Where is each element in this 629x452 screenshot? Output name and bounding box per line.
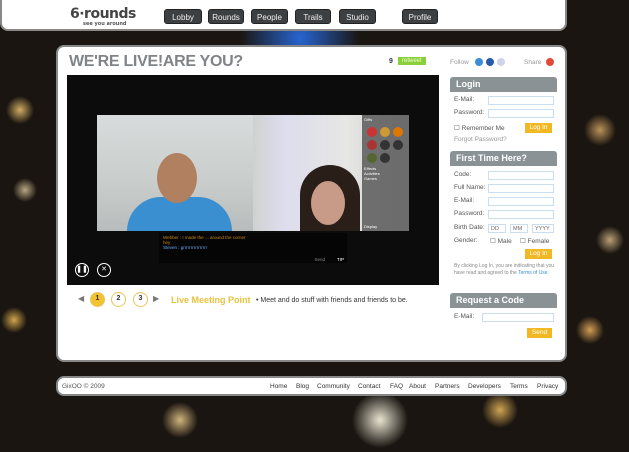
nav-people[interactable]: People <box>251 9 288 24</box>
feature-description: • Meet and do stuff with friends and fri… <box>256 297 408 304</box>
signup-password-label: Password: <box>454 210 485 217</box>
gifts-label: Gifts <box>364 117 373 122</box>
code-input[interactable] <box>488 171 554 180</box>
footer-link-privacy[interactable]: Privacy <box>537 383 558 390</box>
female-checkbox[interactable]: ☐ Female <box>520 237 549 245</box>
copyright: GixOO © 2009 <box>62 383 105 390</box>
feature-title: Live Meeting Point <box>171 295 251 305</box>
share-label[interactable]: Share <box>524 59 541 66</box>
top-bar: 6·rounds see you around Lobby Rounds Peop… <box>0 0 567 31</box>
login-box: Login E-Mail: Password: ☐ Remember Me Lo… <box>450 77 557 145</box>
footer-link-faq[interactable]: FAQ <box>390 383 403 390</box>
signup-button[interactable]: Log In <box>525 249 552 259</box>
gender-label: Gender: <box>454 237 478 244</box>
display-label: Display <box>364 224 378 229</box>
send-chat-button[interactable]: Send <box>314 257 325 262</box>
signup-email-label: E-Mail: <box>454 197 475 204</box>
retweet-count: 9 <box>389 58 393 65</box>
page-1[interactable]: 1 <box>90 292 105 307</box>
chat-box[interactable]: Webber : I made the ... around the corne… <box>159 233 347 263</box>
request-code-header: Request a Code <box>450 293 557 308</box>
footer: GixOO © 2009 Home Blog Community Contact… <box>56 376 567 396</box>
video-feed-1 <box>97 115 253 231</box>
female-label: Female <box>527 238 550 245</box>
login-email-input[interactable] <box>488 96 554 105</box>
request-email-input[interactable] <box>482 313 554 322</box>
request-email-label: E-Mail: <box>454 313 475 320</box>
signup-header: First Time Here? <box>450 151 557 166</box>
nav-rounds[interactable]: Rounds <box>208 9 244 24</box>
facebook-icon[interactable] <box>486 58 494 66</box>
nav-lobby[interactable]: Lobby <box>164 9 202 24</box>
retweet-button[interactable]: retweet <box>398 57 426 65</box>
footer-link-home[interactable]: Home <box>270 383 287 390</box>
login-header: Login <box>450 77 557 92</box>
footer-link-about[interactable]: About <box>409 383 426 390</box>
send-button[interactable]: Send <box>527 328 552 338</box>
footer-link-community[interactable]: Community <box>317 383 350 390</box>
signup-box: First Time Here? Code: Full Name: E-Mail… <box>450 151 557 286</box>
full-name-input[interactable] <box>488 184 554 193</box>
male-label: Male <box>497 238 512 245</box>
pause-icon[interactable]: ❚❚ <box>75 263 89 277</box>
terms-text: By clicking Log In, you are indicating t… <box>454 263 558 277</box>
code-label: Code: <box>454 171 472 178</box>
page-title: WE'RE LIVE!ARE YOU? <box>69 53 243 70</box>
rss-icon[interactable] <box>497 58 505 66</box>
nav-studio[interactable]: Studio <box>339 9 376 24</box>
request-code-box: Request a Code E-Mail: Send <box>450 293 557 341</box>
page-3[interactable]: 3 <box>133 292 148 307</box>
birth-year-input[interactable]: YYYY <box>532 224 554 233</box>
remember-me-checkbox[interactable]: ☐ Remember Me <box>454 124 505 132</box>
male-checkbox[interactable]: ☐ Male <box>490 237 512 245</box>
nav-profile[interactable]: Profile <box>402 9 438 24</box>
tip-button[interactable]: TIP <box>337 257 344 262</box>
share-icon[interactable] <box>546 58 554 66</box>
terms-link[interactable]: Terms of Use. <box>518 270 549 276</box>
mute-icon[interactable]: ✕ <box>97 263 111 277</box>
forgot-password-link[interactable]: Forgot Password? <box>454 136 507 143</box>
footer-link-terms[interactable]: Terms <box>510 383 528 390</box>
signup-password-input[interactable] <box>488 210 554 219</box>
video-player[interactable]: Gifts Effects Activities Games Display W… <box>67 75 439 285</box>
tagline: see you around <box>83 21 127 27</box>
follow-label: Follow <box>450 59 469 66</box>
next-arrow-icon[interactable]: ▶ <box>153 294 159 303</box>
email-label: E-Mail: <box>454 96 475 103</box>
logo[interactable]: 6·rounds see you around <box>70 6 136 27</box>
password-label: Password: <box>454 109 485 116</box>
prev-arrow-icon[interactable]: ◀ <box>78 294 84 303</box>
logo-text: 6·rounds <box>70 6 136 22</box>
footer-link-developers[interactable]: Developers <box>468 383 501 390</box>
main-panel: WE'RE LIVE!ARE YOU? 9 retweet Follow Sha… <box>56 45 567 362</box>
full-name-label: Full Name: <box>454 184 486 191</box>
birth-date-label: Birth Date: <box>454 224 485 231</box>
birth-month-input[interactable]: MM <box>510 224 528 233</box>
feature-desc-text: Meet and do stuff with friends and frien… <box>260 297 408 304</box>
games-tab[interactable]: Games <box>362 176 409 181</box>
footer-link-partners[interactable]: Partners <box>435 383 460 390</box>
chat-line: Steven : grrrrrrrrrrrrrrrr <box>163 245 208 250</box>
page-2[interactable]: 2 <box>111 292 126 307</box>
birth-day-input[interactable]: DD <box>488 224 506 233</box>
nav-trails[interactable]: Trails <box>295 9 331 24</box>
gifts-panel[interactable]: Gifts Effects Activities Games Display <box>362 115 409 231</box>
login-button[interactable]: Log In <box>525 123 552 133</box>
login-password-input[interactable] <box>488 109 554 118</box>
footer-link-blog[interactable]: Blog <box>296 383 309 390</box>
remember-label: Remember Me <box>461 125 505 132</box>
footer-link-contact[interactable]: Contact <box>358 383 380 390</box>
twitter-icon[interactable] <box>475 58 483 66</box>
signup-email-input[interactable] <box>488 197 554 206</box>
